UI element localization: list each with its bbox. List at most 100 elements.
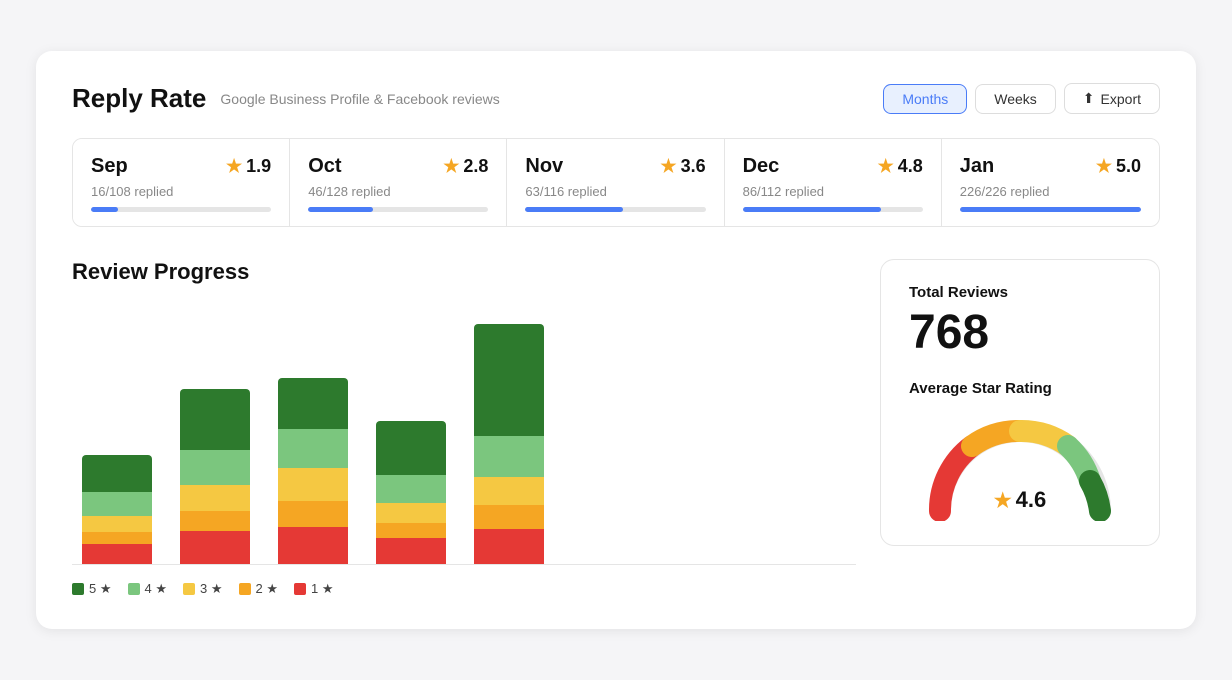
months-button[interactable]: Months	[883, 84, 967, 114]
progress-bar-fill	[525, 207, 622, 212]
gauge-star-icon: ★	[994, 488, 1012, 513]
progress-bar-fill	[91, 207, 118, 212]
header-subtitle: Google Business Profile & Facebook revie…	[220, 91, 499, 107]
star-icon: ★	[878, 156, 894, 177]
star-icon: ★	[1096, 156, 1112, 177]
legend-dot	[239, 583, 251, 595]
legend-label: 4 ★	[145, 581, 168, 597]
month-card: Oct ★2.8 46/128 replied	[290, 139, 507, 226]
bar-segment	[376, 475, 446, 503]
bar-segment	[474, 505, 544, 528]
bar-segment	[180, 450, 250, 485]
star-icon: ★	[226, 156, 242, 177]
bar-segment	[278, 429, 348, 468]
month-top: Jan ★5.0	[960, 155, 1141, 178]
bar-segment	[278, 501, 348, 527]
progress-bar-fill	[960, 207, 1141, 212]
bar-segment	[376, 523, 446, 538]
export-label: Export	[1101, 91, 1141, 107]
month-rating: ★1.9	[226, 156, 271, 177]
month-card: Dec ★4.8 86/112 replied	[725, 139, 942, 226]
month-replied: 16/108 replied	[91, 184, 271, 199]
export-button[interactable]: ⬆ Export	[1064, 83, 1160, 114]
header: Reply Rate Google Business Profile & Fac…	[72, 83, 1160, 114]
bar-segment	[82, 516, 152, 533]
avg-value: 4.6	[1016, 487, 1047, 513]
bar-group	[474, 305, 544, 564]
month-top: Oct ★2.8	[308, 155, 488, 178]
month-name: Jan	[960, 155, 994, 178]
legend-label: 5 ★	[89, 581, 112, 597]
bar-segment	[474, 529, 544, 564]
total-reviews-count: 768	[909, 305, 1131, 360]
bar-segment	[180, 531, 250, 564]
bar-segment	[474, 477, 544, 505]
legend-label: 2 ★	[256, 581, 279, 597]
bar-chart	[72, 305, 856, 565]
month-rating: ★5.0	[1096, 156, 1141, 177]
bar-segment	[180, 485, 250, 511]
legend-dot	[294, 583, 306, 595]
avg-star-label: Average Star Rating	[909, 380, 1131, 397]
month-name: Sep	[91, 155, 128, 178]
month-name: Oct	[308, 155, 341, 178]
month-replied: 46/128 replied	[308, 184, 488, 199]
chart-title: Review Progress	[72, 259, 856, 285]
bar-segment	[376, 503, 446, 523]
legend: 5 ★ 4 ★ 3 ★ 2 ★ 1 ★	[72, 581, 856, 597]
bar-segment	[82, 492, 152, 515]
gauge-container: ★ 4.6	[920, 411, 1120, 521]
month-name: Nov	[525, 155, 563, 178]
month-replied: 86/112 replied	[743, 184, 923, 199]
main-card: Reply Rate Google Business Profile & Fac…	[36, 51, 1196, 629]
star-icon: ★	[660, 156, 676, 177]
totals-card: Total Reviews 768 Average Star Rating	[880, 259, 1160, 546]
bar-segment	[376, 538, 446, 564]
legend-item: 3 ★	[183, 581, 223, 597]
bar-group	[376, 305, 446, 564]
bar-segment	[180, 511, 250, 531]
bar-segment	[474, 324, 544, 436]
legend-dot	[128, 583, 140, 595]
stacked-bar	[474, 324, 544, 564]
gauge-value: ★ 4.6	[994, 487, 1047, 513]
month-top: Dec ★4.8	[743, 155, 923, 178]
bar-segment	[180, 389, 250, 449]
progress-bar-bg	[308, 207, 488, 212]
header-left: Reply Rate Google Business Profile & Fac…	[72, 83, 500, 114]
weeks-button[interactable]: Weeks	[975, 84, 1056, 114]
progress-bar-bg	[960, 207, 1141, 212]
stacked-bar	[376, 421, 446, 564]
month-name: Dec	[743, 155, 780, 178]
legend-item: 4 ★	[128, 581, 168, 597]
month-rating: ★2.8	[443, 156, 488, 177]
legend-item: 2 ★	[239, 581, 279, 597]
progress-bar-bg	[525, 207, 705, 212]
export-icon: ⬆	[1083, 90, 1095, 107]
bar-segment	[82, 532, 152, 543]
month-rating: ★3.6	[660, 156, 705, 177]
bar-group	[278, 305, 348, 564]
month-replied: 63/116 replied	[525, 184, 705, 199]
bar-segment	[278, 468, 348, 501]
bar-segment	[82, 544, 152, 564]
stacked-bar	[82, 455, 152, 564]
month-card: Jan ★5.0 226/226 replied	[942, 139, 1159, 226]
star-icon: ★	[443, 156, 459, 177]
bar-group	[82, 305, 152, 564]
legend-label: 1 ★	[311, 581, 334, 597]
legend-item: 1 ★	[294, 581, 334, 597]
bar-segment	[278, 378, 348, 429]
legend-dot	[183, 583, 195, 595]
progress-bar-bg	[91, 207, 271, 212]
progress-bar-bg	[743, 207, 923, 212]
month-top: Sep ★1.9	[91, 155, 271, 178]
legend-label: 3 ★	[200, 581, 223, 597]
chart-area: Review Progress 5 ★ 4 ★ 3 ★ 2 ★ 1 ★	[72, 259, 856, 597]
progress-bar-fill	[308, 207, 373, 212]
legend-dot	[72, 583, 84, 595]
legend-item: 5 ★	[72, 581, 112, 597]
total-reviews-label: Total Reviews	[909, 284, 1131, 301]
progress-bar-fill	[743, 207, 882, 212]
month-card: Sep ★1.9 16/108 replied	[73, 139, 290, 226]
